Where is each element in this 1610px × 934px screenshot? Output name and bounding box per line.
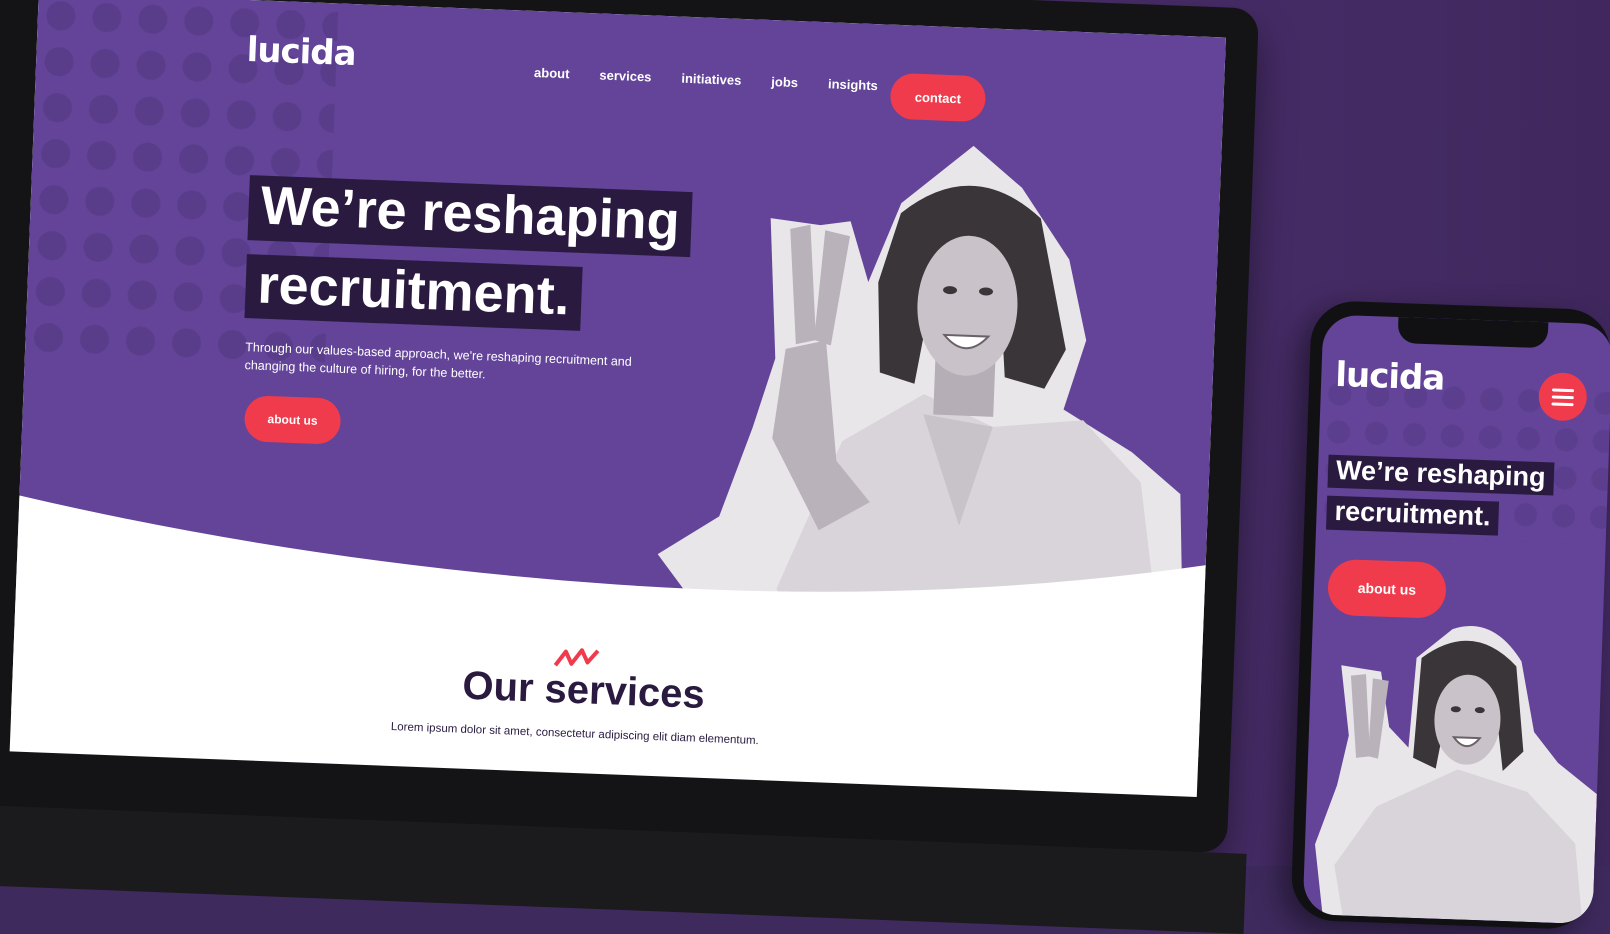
phone-headline-line-2: recruitment. — [1326, 495, 1500, 536]
headline-line-1: We’re reshaping — [247, 175, 693, 257]
about-us-button[interactable]: about us — [243, 395, 342, 445]
phone-person-photo — [1315, 626, 1597, 925]
laptop-mockup: lucida about services initiatives jobs i… — [0, 0, 1274, 934]
hero-wave-divider — [9, 490, 1226, 759]
nav-item-initiatives[interactable]: initiatives — [681, 71, 742, 88]
services-title: Our services — [461, 663, 706, 717]
phone-about-us-button[interactable]: about us — [1327, 558, 1447, 619]
main-nav: about services initiatives jobs insights — [534, 65, 878, 93]
phone-mockup: lucida We’re reshaping recruitment. abou… — [1290, 300, 1610, 931]
laptop-screen: lucida about services initiatives jobs i… — [9, 0, 1226, 797]
phone-headline-line-1: We’re reshaping — [1327, 454, 1555, 496]
site-logo[interactable]: lucida — [246, 30, 356, 74]
hero-subtext: Through our values-based approach, we're… — [244, 340, 632, 382]
nav-item-insights[interactable]: insights — [828, 76, 878, 93]
contact-button[interactable]: contact — [889, 72, 987, 123]
phone-logo[interactable]: lucida — [1335, 355, 1445, 399]
phone-screen: lucida We’re reshaping recruitment. abou… — [1302, 314, 1610, 925]
phone-headline: We’re reshaping recruitment. — [1326, 454, 1555, 538]
headline-line-2: recruitment. — [244, 253, 583, 332]
phone-notch — [1397, 317, 1549, 349]
nav-item-jobs[interactable]: jobs — [771, 74, 798, 90]
zigzag-icon — [553, 648, 600, 667]
nav-item-about[interactable]: about — [534, 65, 570, 81]
nav-item-services[interactable]: services — [599, 67, 652, 84]
hero-headline: We’re reshaping recruitment. — [244, 175, 693, 335]
